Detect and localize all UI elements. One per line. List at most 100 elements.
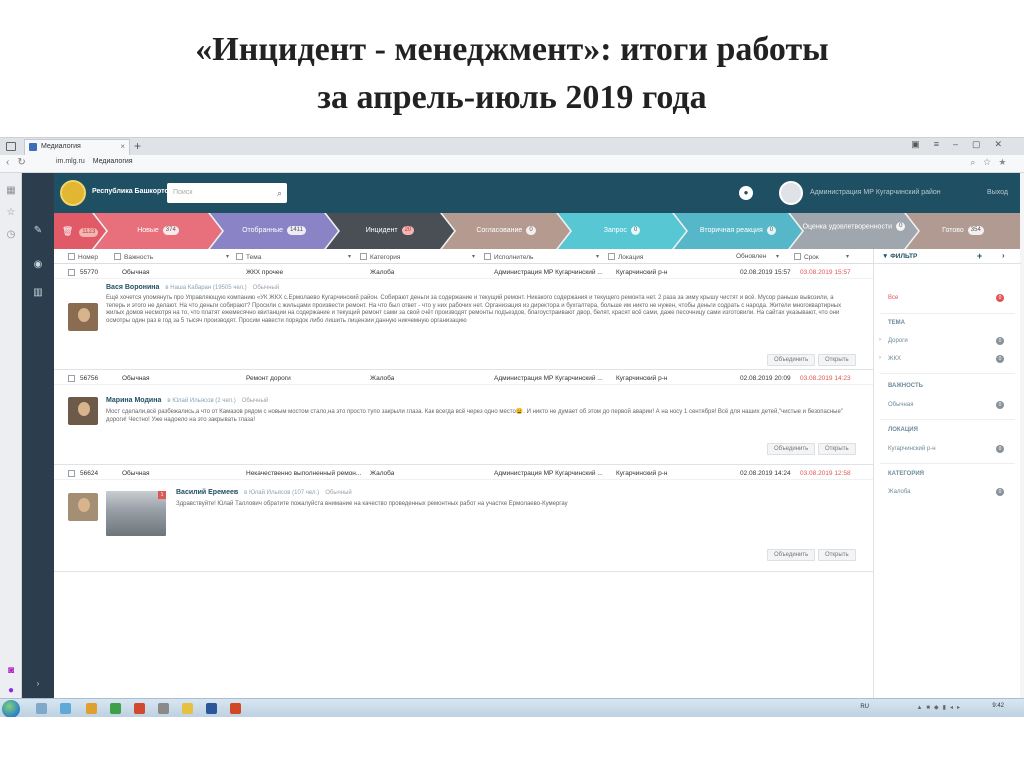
column-checkbox[interactable]: [114, 253, 121, 260]
logout-link[interactable]: Выход: [987, 189, 1008, 196]
status-new[interactable]: Новые 374: [94, 213, 222, 249]
author-name[interactable]: Марина Модина: [106, 397, 161, 404]
app-icon[interactable]: [110, 703, 121, 714]
edit-icon[interactable]: ✎: [30, 225, 46, 239]
user-icon[interactable]: ◉: [30, 259, 46, 273]
status-satisfaction[interactable]: Оценка удовлетворенности 0: [790, 213, 918, 249]
chevron-right-icon[interactable]: ›: [879, 337, 881, 343]
filter-item[interactable]: ЖКХ: [888, 356, 901, 362]
column-checkbox[interactable]: [794, 253, 801, 260]
column-category[interactable]: Категория ▾: [360, 253, 475, 261]
merge-button[interactable]: Объединить: [767, 443, 816, 455]
column-checkbox[interactable]: [608, 253, 615, 260]
avatar[interactable]: [779, 181, 803, 205]
bookmarks-icon[interactable]: ☆: [5, 207, 17, 219]
row-checkbox[interactable]: [68, 269, 78, 277]
table-row[interactable]: 56624 Обычная Некачественно выполненный …: [54, 466, 873, 480]
user-name[interactable]: Администрация МР Кугарчинский район: [810, 189, 941, 196]
column-updated[interactable]: Обновлен ▾: [736, 253, 779, 260]
language-indicator[interactable]: RU: [860, 704, 869, 710]
alice-icon[interactable]: ●: [5, 685, 17, 697]
clock[interactable]: 9:42: [992, 703, 1004, 709]
more-icon[interactable]: ›: [1002, 251, 1005, 260]
row-checkbox[interactable]: [68, 375, 78, 383]
table-row[interactable]: 55770 Обычная ЖКХ прочее Жалоба Админист…: [54, 265, 873, 279]
address-bar-actions[interactable]: ⌕☆★: [970, 157, 1014, 168]
status-count: 0: [631, 226, 640, 235]
instagram-icon[interactable]: ◙: [5, 665, 17, 677]
column-location[interactable]: Локация: [608, 253, 643, 261]
close-tab-icon[interactable]: ×: [120, 140, 125, 154]
explorer-icon[interactable]: [36, 703, 47, 714]
search-placeholder: Поиск: [173, 189, 193, 196]
notifications-icon[interactable]: ●: [739, 186, 753, 200]
incident-card[interactable]: 55770 Обычная ЖКХ прочее Жалоба Админист…: [54, 265, 873, 370]
status-selected[interactable]: Отобранные 1411: [210, 213, 338, 249]
open-button[interactable]: Открыть: [818, 443, 856, 455]
sort-caret-icon[interactable]: ▾: [596, 253, 599, 260]
column-executor[interactable]: Исполнитель ▾: [484, 253, 599, 261]
status-request[interactable]: Запрос 0: [558, 213, 686, 249]
column-number[interactable]: Номер: [68, 253, 98, 261]
author-name[interactable]: Василий Еремеев: [176, 489, 238, 496]
column-importance[interactable]: Важность ▾: [114, 253, 229, 261]
search-icon[interactable]: ⌕: [277, 183, 282, 203]
nav-buttons[interactable]: ‹↻: [6, 157, 34, 168]
sort-caret-icon[interactable]: ▾: [348, 253, 351, 260]
powerpoint-icon[interactable]: [230, 703, 241, 714]
chart-icon[interactable]: ▥: [30, 287, 46, 301]
merge-button[interactable]: Объединить: [767, 549, 816, 561]
yandex-browser-icon[interactable]: [182, 703, 193, 714]
browser-tab[interactable]: Медиалогия ×: [24, 139, 130, 155]
chevron-right-icon[interactable]: ›: [879, 355, 881, 361]
row-checkbox[interactable]: [68, 470, 78, 478]
sort-caret-icon[interactable]: ▾: [776, 253, 779, 260]
new-tab-icon[interactable]: +: [134, 138, 141, 154]
attached-photo[interactable]: 1: [106, 491, 166, 536]
author-source[interactable]: в Юлай Ильясов (107 чел.): [244, 490, 319, 496]
filter-item[interactable]: Дороги: [888, 338, 908, 344]
window-controls[interactable]: ▣≡–▢✕: [911, 139, 1016, 150]
status-incident[interactable]: Инцидент 20: [326, 213, 454, 249]
word-icon[interactable]: [206, 703, 217, 714]
open-button[interactable]: Открыть: [818, 549, 856, 561]
filter-all[interactable]: Все: [888, 295, 898, 301]
start-button[interactable]: [2, 700, 20, 717]
status-secondary-reaction[interactable]: Вторичная реакция 0: [674, 213, 802, 249]
ie-icon[interactable]: [60, 703, 71, 714]
system-tray-icons[interactable]: ▲■◆▮◂▸: [916, 704, 964, 711]
sort-caret-icon[interactable]: ▾: [226, 253, 229, 260]
filter-item[interactable]: Кугарчинский р-н: [888, 446, 936, 452]
cell-due: 03.08.2019 14:23: [800, 375, 851, 382]
tab-overview-icon[interactable]: [6, 142, 16, 151]
column-checkbox[interactable]: [360, 253, 367, 260]
status-done[interactable]: Готово 354: [906, 213, 1020, 249]
column-checkbox[interactable]: [236, 253, 243, 260]
incident-card[interactable]: 56756 Обычная Ремонт дороги Жалоба Админ…: [54, 371, 873, 465]
column-topic[interactable]: Тема ▾: [236, 253, 351, 261]
sort-caret-icon[interactable]: ▾: [846, 253, 849, 260]
author-source[interactable]: в Наша Кабаран (19505 чел.): [165, 285, 246, 291]
history-icon[interactable]: ◷: [5, 229, 17, 241]
url-field[interactable]: im.mlg.ru Медиалогия: [56, 158, 133, 165]
sort-caret-icon[interactable]: ▾: [472, 253, 475, 260]
open-button[interactable]: Открыть: [818, 354, 856, 366]
folder-icon[interactable]: [86, 703, 97, 714]
column-checkbox[interactable]: [484, 253, 491, 260]
expand-menu-icon[interactable]: ›: [30, 679, 46, 693]
search-input[interactable]: Поиск ⌕: [167, 183, 287, 203]
incident-card[interactable]: 56624 Обычная Некачественно выполненный …: [54, 466, 873, 572]
merge-button[interactable]: Объединить: [767, 354, 816, 366]
grid-icon[interactable]: ▦: [5, 185, 17, 197]
author-source[interactable]: в Юлай Ильясов (2 чел.): [167, 398, 235, 404]
select-all-checkbox[interactable]: [68, 253, 75, 260]
table-row[interactable]: 56756 Обычная Ремонт дороги Жалоба Админ…: [54, 371, 873, 385]
filter-item[interactable]: Жалоба: [888, 489, 911, 495]
chrome-icon[interactable]: [134, 703, 145, 714]
app-icon[interactable]: [158, 703, 169, 714]
filter-item[interactable]: Обычная: [888, 402, 913, 408]
status-approval[interactable]: Согласование 0: [442, 213, 570, 249]
column-due[interactable]: Срок ▾: [794, 253, 849, 261]
add-filter-icon[interactable]: +: [977, 251, 982, 261]
author-name[interactable]: Вася Воронина: [106, 284, 159, 291]
